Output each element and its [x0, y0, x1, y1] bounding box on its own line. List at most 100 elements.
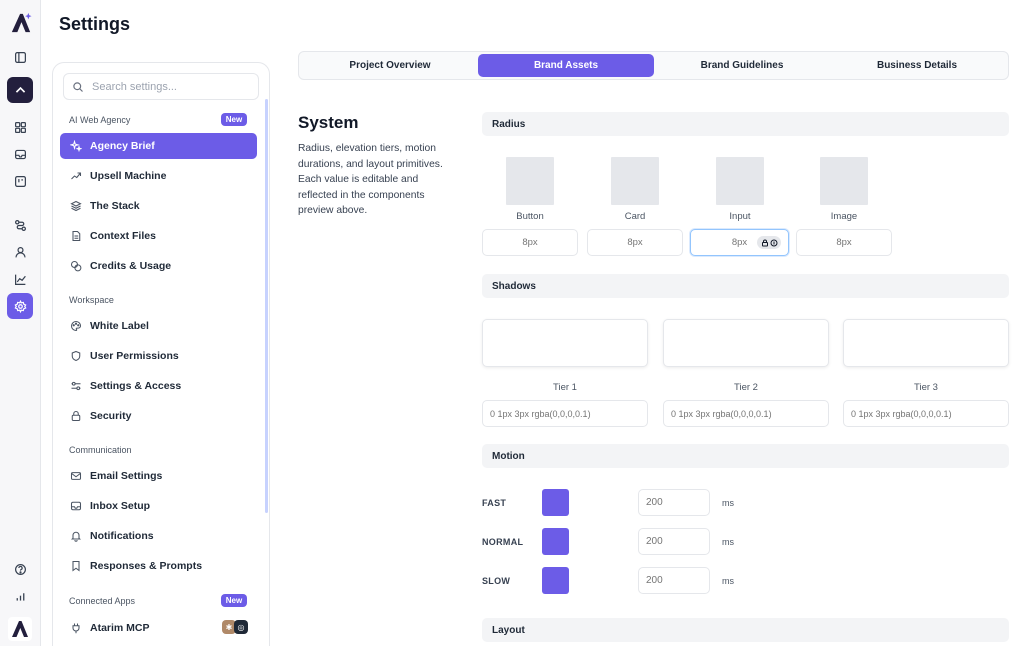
sidebar-item-label: User Permissions: [90, 350, 179, 362]
search-box[interactable]: [63, 73, 259, 100]
sidebar-item-security[interactable]: Security: [60, 403, 257, 429]
radius-label-image: Image: [830, 211, 858, 222]
mail-icon: [70, 472, 82, 480]
shadow-preview-tier-2: [663, 319, 829, 367]
shadow-input-tier-1[interactable]: [482, 400, 648, 427]
chart-icon[interactable]: [8, 267, 32, 291]
section-label-ai-web-agency: AI Web Agency: [69, 115, 131, 125]
brand-tabs: Project Overview Brand Assets Brand Guid…: [298, 51, 1009, 80]
sliders-icon: [71, 381, 81, 391]
sidebar-item-upsell-machine[interactable]: Upsell Machine: [60, 163, 257, 189]
gear-icon[interactable]: [7, 293, 33, 319]
sidebar-item-agency-brief[interactable]: Agency Brief: [60, 133, 257, 159]
shadow-label-tier-2: Tier 2: [734, 382, 758, 393]
bar-chart-icon[interactable]: [8, 584, 32, 608]
inbox-icon[interactable]: [8, 142, 32, 166]
section-label-connected-apps: Connected Apps: [69, 596, 136, 606]
sidebar-item-label: The Stack: [90, 200, 140, 212]
sidebar-item-label: Inbox Setup: [90, 500, 151, 512]
search-icon: [73, 81, 83, 92]
sidebar-item-white-label[interactable]: White Label: [60, 313, 257, 339]
sidebar-item-the-stack[interactable]: The Stack: [60, 193, 257, 219]
palette-icon: [70, 320, 82, 332]
page-title: Settings: [59, 14, 131, 34]
connected-app-icons: ✱ ◎: [222, 620, 248, 634]
radius-preview-input: [716, 157, 764, 205]
board-icon[interactable]: [8, 169, 32, 193]
tab-brand-guidelines[interactable]: Brand Guidelines: [654, 54, 830, 77]
password-manager-icon[interactable]: [757, 236, 781, 249]
radius-label-card: Card: [624, 211, 646, 222]
route-icon[interactable]: [8, 213, 32, 237]
motion-preview-slow[interactable]: [542, 567, 569, 594]
sidebar-item-user-permissions[interactable]: User Permissions: [60, 343, 257, 369]
motion-label-normal: NORMAL: [482, 537, 524, 547]
motion-preview-normal[interactable]: [542, 528, 569, 555]
sidebar-item-label: Agency Brief: [90, 140, 155, 152]
motion-input-normal[interactable]: [638, 528, 710, 555]
layers-icon: [70, 200, 82, 212]
lock-icon: [71, 410, 81, 422]
sidebar-item-inbox-setup[interactable]: Inbox Setup: [60, 493, 257, 519]
motion-unit-slow: ms: [722, 576, 734, 586]
motion-input-slow[interactable]: [638, 567, 710, 594]
coins-icon: [70, 260, 82, 272]
section-title: System: [298, 113, 359, 132]
motion-input-fast[interactable]: [638, 489, 710, 516]
tab-business-details[interactable]: Business Details: [829, 54, 1005, 77]
sidebar-item-email-settings[interactable]: Email Settings: [60, 463, 257, 489]
chevron-up-icon[interactable]: [7, 77, 33, 103]
sidebar-item-settings-access[interactable]: Settings & Access: [60, 373, 257, 399]
sidebar-item-label: Notifications: [90, 530, 154, 542]
bookmark-icon: [72, 560, 80, 572]
sidebar-item-responses-prompts[interactable]: Responses & Prompts: [60, 553, 257, 579]
radius-input-image[interactable]: [796, 229, 892, 256]
section-description: Radius, elevation tiers, motion duration…: [298, 143, 443, 216]
user-icon[interactable]: [8, 240, 32, 264]
grid-icon[interactable]: [8, 115, 32, 139]
motion-label-fast: FAST: [482, 498, 507, 508]
sidebar-item-label: Credits & Usage: [90, 260, 172, 272]
new-badge: New: [221, 594, 247, 607]
plug-icon: [72, 623, 80, 634]
sidebar-item-label: Responses & Prompts: [90, 560, 203, 572]
shadow-preview-tier-3: [843, 319, 1009, 367]
trend-up-icon: [71, 172, 82, 180]
search-input[interactable]: [92, 80, 252, 93]
shadow-input-tier-2[interactable]: [663, 400, 829, 427]
app-rail: [0, 0, 41, 646]
sparkle-icon: [70, 140, 82, 152]
radius-preview-card: [611, 157, 659, 205]
radius-preview-image: [820, 157, 868, 205]
sidebar-item-notifications[interactable]: Notifications: [60, 523, 257, 549]
help-icon[interactable]: [8, 557, 32, 581]
shadows-heading: Shadows: [482, 274, 1009, 298]
tab-brand-assets[interactable]: Brand Assets: [478, 54, 654, 77]
sidebar-item-label: Upsell Machine: [90, 170, 167, 182]
sidebar-item-label: Atarim MCP: [90, 622, 150, 634]
shadow-preview-tier-1: [482, 319, 648, 367]
sidebar-item-label: White Label: [90, 320, 149, 332]
bell-icon: [70, 531, 82, 542]
sidebar-scrollbar[interactable]: [265, 99, 268, 513]
brand-logo[interactable]: [10, 12, 32, 34]
sidebar-item-credits-usage[interactable]: Credits & Usage: [60, 253, 257, 279]
shadow-input-tier-3[interactable]: [843, 400, 1009, 427]
radius-input-card[interactable]: [587, 229, 683, 256]
motion-preview-fast[interactable]: [542, 489, 569, 516]
sidebar-toggle-icon[interactable]: [8, 45, 32, 69]
brand-logo[interactable]: [8, 617, 32, 641]
radius-input-button[interactable]: [482, 229, 578, 256]
shield-icon: [71, 350, 81, 362]
sidebar-item-context-files[interactable]: Context Files: [60, 223, 257, 249]
new-badge: New: [221, 113, 247, 126]
radius-label-button: Button: [516, 211, 544, 222]
sidebar-item-label: Security: [90, 410, 132, 422]
motion-heading: Motion: [482, 444, 1009, 468]
tab-project-overview[interactable]: Project Overview: [302, 54, 478, 77]
shadow-label-tier-1: Tier 1: [553, 382, 577, 393]
motion-label-slow: SLOW: [482, 576, 511, 586]
shadow-label-tier-3: Tier 3: [914, 382, 938, 393]
settings-sidebar: AI Web Agency New Agency Brief Upsell Ma…: [52, 62, 270, 646]
layout-heading: Layout: [482, 618, 1009, 642]
